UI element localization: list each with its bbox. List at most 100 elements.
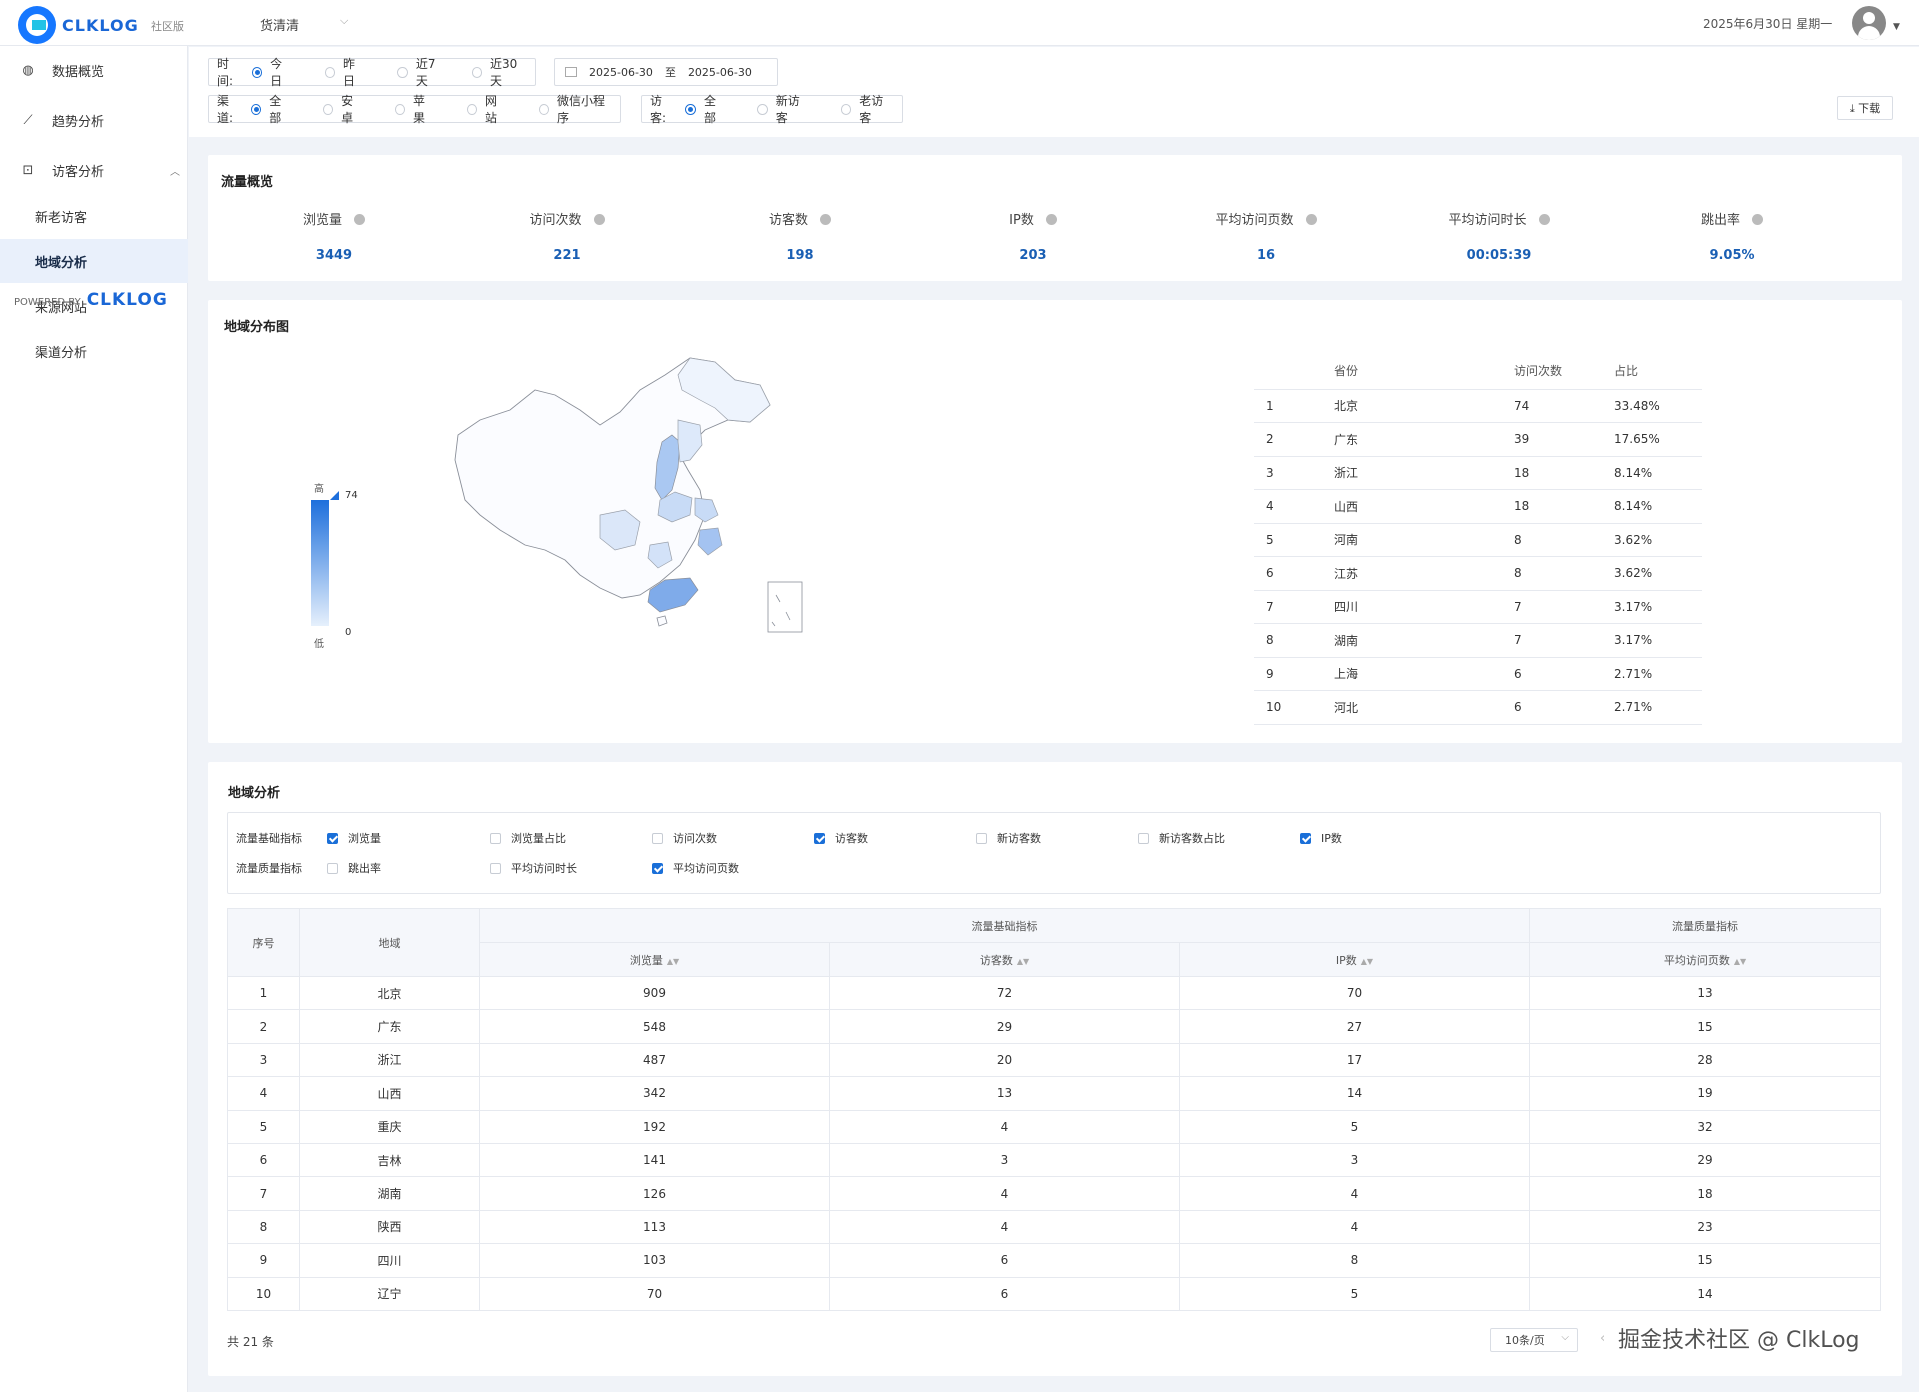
sidebar-item-channel[interactable]: 渠道分析 [0, 329, 188, 373]
metric-checkbox[interactable]: 平均访问时长 [490, 860, 577, 876]
date-end[interactable]: 2025-06-30 [688, 66, 752, 79]
table-cell: 17.65% [1614, 422, 1702, 457]
table-row: 1 北京 909 72 70 13 [227, 975, 1881, 1011]
col-avg-pages[interactable]: 平均访问页数 ▲▼ [1529, 942, 1881, 977]
help-icon[interactable] [820, 214, 831, 225]
table-row: 8 湖南 7 3.17% [1254, 623, 1702, 658]
metric-checkbox[interactable]: 访客数 [814, 830, 868, 846]
table-cell: 113 [479, 1209, 830, 1245]
table-cell: 陕西 [299, 1209, 480, 1245]
sidebar-item-label: 访客分析 [52, 164, 105, 180]
sort-icon: ▲▼ [666, 956, 680, 966]
table-cell: 湖南 [299, 1176, 480, 1211]
table-cell: 33.48% [1614, 389, 1702, 423]
channel-option-android[interactable]: 安卓 [322, 92, 363, 126]
metric-checkbox[interactable]: 跳出率 [327, 860, 381, 876]
sidebar-item-trend[interactable]: ⟋ 趋势分析 [0, 98, 188, 142]
date-start[interactable]: 2025-06-30 [589, 66, 653, 79]
help-icon[interactable] [1305, 214, 1317, 225]
table-row: 3 浙江 487 20 17 28 [227, 1042, 1881, 1078]
app-logo[interactable]: CLKLOG [18, 6, 139, 44]
sidebar-item-label: 新老访客 [35, 210, 88, 226]
page-size-select[interactable]: 10条/页 [1490, 1328, 1578, 1352]
table-cell: 辽宁 [299, 1276, 480, 1311]
channel-filter: 渠道: 全部 安卓 苹果 网站 微信小程序 [208, 92, 621, 126]
help-icon[interactable] [354, 214, 365, 225]
time-option-yesterday[interactable]: 昨日 [324, 55, 366, 89]
table-cell: 3 [829, 1142, 1180, 1178]
sidebar-item-visitor[interactable]: ⊡ 访客分析 ︿ [0, 148, 188, 192]
time-option-7days[interactable]: 近7天 [397, 55, 445, 89]
metric-checkbox[interactable]: 浏览量 [327, 830, 381, 846]
map-legend-gradient[interactable] [311, 500, 329, 626]
visitor-label: 访客: [650, 94, 667, 125]
channel-option-ios[interactable]: 苹果 [394, 92, 435, 126]
help-icon[interactable] [593, 214, 605, 225]
dashboard-icon: ◍ [22, 62, 34, 78]
table-row: 4 山西 18 8.14% [1254, 489, 1702, 524]
channel-option-all[interactable]: 全部 [251, 92, 291, 126]
help-icon[interactable] [1538, 214, 1550, 225]
legend-handle-icon[interactable] [330, 491, 339, 500]
metric-label: 平均访问页数 [1150, 209, 1382, 228]
metric-checkbox[interactable]: 新访客数占比 [1138, 830, 1225, 846]
sidebar-item-region[interactable]: 地域分析 [0, 239, 188, 283]
metric-value: 203 [1019, 248, 1047, 263]
table-cell: 4 [1179, 1209, 1530, 1245]
legend-high: 高 [314, 484, 324, 495]
china-map[interactable] [450, 350, 830, 640]
col-pv[interactable]: 浏览量 ▲▼ [479, 942, 830, 977]
sidebar-item-source[interactable]: 来源网站 [0, 284, 188, 328]
table-cell: 6 [829, 1276, 1180, 1311]
time-option-30days[interactable]: 近30天 [471, 55, 527, 89]
sidebar-item-label: 数据概览 [52, 64, 105, 80]
table-cell: 9 [227, 1243, 300, 1278]
chevron-down-icon[interactable]: ⌵ [340, 14, 348, 28]
map-region-hebei [677, 419, 703, 463]
chevron-up-icon: ︿ [170, 166, 180, 178]
table-cell: 河南 [1334, 523, 1514, 557]
total-count: 共 21 条 [227, 1335, 274, 1349]
time-option-today[interactable]: 今日 [251, 55, 293, 89]
table-cell: 4 [829, 1109, 1180, 1144]
metric-checkbox[interactable]: IP数 [1300, 830, 1342, 846]
sidebar-item-label: 来源网站 [35, 300, 88, 316]
quality-metrics-label: 流量质量指标 [236, 862, 302, 875]
project-selector[interactable]: 货清清 [260, 15, 299, 34]
map-region-hainan [656, 615, 668, 627]
visitor-option-new[interactable]: 新访客 [757, 92, 810, 126]
metric-checkbox[interactable]: 浏览量占比 [490, 830, 566, 846]
sidebar-item-new-old[interactable]: 新老访客 [0, 194, 188, 238]
table-cell: 6 [829, 1243, 1180, 1278]
help-icon[interactable] [1045, 214, 1057, 225]
metric-checkbox[interactable]: 平均访问页数 [652, 860, 739, 876]
sidebar-item-overview[interactable]: ◍ 数据概览 [0, 48, 188, 92]
channel-option-miniapp[interactable]: 微信小程序 [538, 92, 612, 126]
table-cell: 548 [479, 1009, 830, 1044]
table-cell: 10 [1254, 690, 1334, 725]
table-cell: 江苏 [1334, 556, 1514, 591]
download-button[interactable]: ⤓ 下载 [1837, 96, 1893, 120]
caret-down-icon[interactable]: ▼ [1893, 22, 1900, 32]
table-row: 9 四川 103 6 8 15 [227, 1243, 1881, 1278]
visitor-filter: 访客: 全部 新访客 老访客 [641, 92, 903, 126]
table-cell: 4 [227, 1076, 300, 1111]
metric-checkbox[interactable]: 访问次数 [652, 830, 717, 846]
channel-option-web[interactable]: 网站 [466, 92, 507, 126]
col-visitors[interactable]: 访客数 ▲▼ [829, 942, 1180, 977]
metric-checkbox[interactable]: 新访客数 [976, 830, 1041, 846]
table-cell: 7 [227, 1176, 300, 1211]
user-avatar[interactable] [1852, 6, 1886, 40]
date-range-picker[interactable]: 2025-06-30 至 2025-06-30 [554, 58, 778, 86]
prev-page-icon[interactable]: ‹ [1600, 1331, 1605, 1346]
metric-value: 9.05% [1709, 248, 1755, 263]
help-icon[interactable] [1752, 214, 1763, 225]
visitor-option-old[interactable]: 老访客 [840, 92, 894, 126]
sort-icon: ▲▼ [1016, 956, 1030, 966]
visitor-option-all[interactable]: 全部 [685, 92, 727, 126]
table-cell: 13 [1529, 975, 1881, 1011]
metric-label: 访客数 [684, 209, 916, 228]
table-row: 6 吉林 141 3 3 29 [227, 1142, 1881, 1178]
map-title: 地域分布图 [224, 320, 290, 335]
col-ip[interactable]: IP数 ▲▼ [1179, 942, 1530, 977]
